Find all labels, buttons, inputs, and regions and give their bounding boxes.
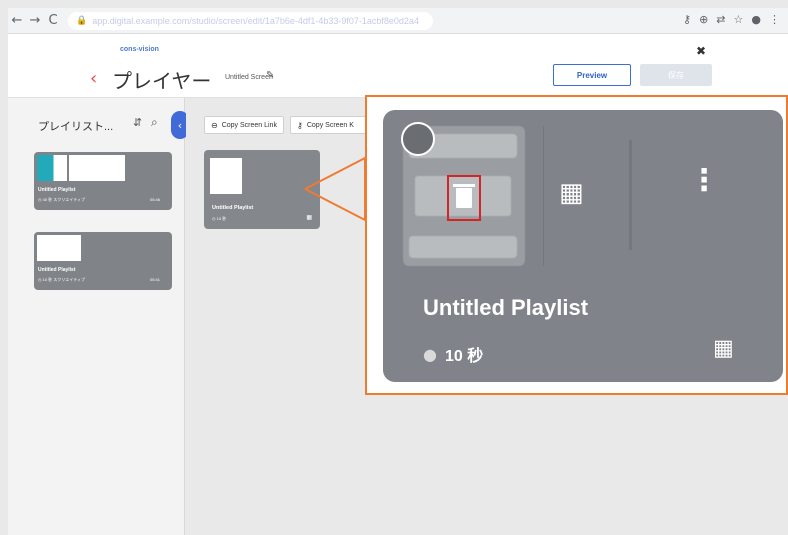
playlist-name: Untitled Playlist [38, 267, 76, 273]
thumbnail [37, 235, 81, 261]
search-icon[interactable]: ⌕ [151, 115, 158, 130]
duration-text: 10 秒 [444, 348, 484, 365]
lock-icon: 🔒 [76, 15, 88, 26]
save-button[interactable]: 保存 [640, 64, 712, 86]
key-icon[interactable]: ⚷ [683, 13, 691, 26]
playlist-meta: ◷ 10 秒 スクリエイティブ [38, 277, 85, 282]
preview-button[interactable]: Preview [553, 64, 631, 86]
thumbnail [210, 158, 242, 194]
translate-icon[interactable]: ⇄ [716, 13, 725, 26]
calendar-icon[interactable]: ▦ [713, 336, 734, 361]
playlist-duration: ● 10 秒 [423, 342, 483, 366]
clock-icon: ● [423, 344, 437, 364]
playlist-sidebar: プレイリスト... ⇵ ⌕ Untitled Playlist ◷ 40 秒 ス… [8, 98, 185, 535]
app-header: cons-vision ‹ プレイヤー Untitled Screen ✎ ✖ … [8, 34, 788, 98]
card-thumbnails [37, 155, 125, 181]
calendar-icon[interactable]: ▦ [306, 214, 312, 221]
link-icon: ⊖ [211, 120, 218, 130]
profile-icon[interactable]: ● [751, 13, 761, 26]
reload-icon[interactable]: C [44, 13, 62, 28]
back-nav-icon[interactable]: ← [8, 13, 26, 28]
browser-icons: ⚷ ⊕ ⇄ ☆ ● ⋮ [683, 13, 780, 26]
back-chevron-icon[interactable]: ‹ [90, 68, 97, 89]
assigned-playlist-card[interactable]: Untitled Playlist ◷ 10 秒 ▦ [204, 150, 320, 229]
thumb-bar [409, 236, 517, 258]
thumbnail [37, 155, 67, 181]
copy-screen-link-button[interactable]: ⊖ Copy Screen Link [204, 116, 284, 134]
more-options-icon[interactable]: ⋮ [689, 166, 719, 196]
copy-link-label: Copy Screen Link [221, 121, 277, 129]
divider [629, 140, 632, 250]
app-frame: ← → C 🔒 app.digital.example.com/studio/s… [0, 0, 788, 535]
logo: cons-vision [120, 46, 159, 53]
playlist-name: Untitled Playlist [212, 205, 254, 211]
playlist-meta: ◷ 10 秒 [212, 216, 227, 221]
zoom-callout: ▦ ⋮ Untitled Playlist ● 10 秒 ▦ [365, 95, 788, 395]
calendar-icon[interactable]: ▦ [559, 178, 584, 208]
close-icon[interactable]: ✖ [696, 44, 706, 58]
forward-nav-icon[interactable]: → [26, 13, 44, 28]
drag-handle[interactable] [401, 122, 435, 156]
zoom-icon[interactable]: ⊕ [699, 13, 708, 26]
browser-toolbar: ← → C 🔒 app.digital.example.com/studio/s… [8, 8, 788, 34]
trash-icon [453, 184, 475, 208]
copy-key-label: Copy Screen K [306, 121, 354, 129]
key-icon: ⚷ [297, 120, 303, 130]
edit-pencil-icon[interactable]: ✎ [266, 70, 274, 81]
sort-icon[interactable]: ⇵ [133, 116, 142, 129]
delete-button-highlight[interactable] [447, 175, 481, 221]
playlist-card[interactable]: Untitled Playlist ◷ 40 秒 スクリエイティブ 05:46 [34, 152, 172, 210]
playlist-name: Untitled Playlist [423, 295, 589, 320]
page-title: プレイヤー [112, 71, 212, 93]
address-bar[interactable]: 🔒 app.digital.example.com/studio/screen/… [68, 11, 433, 30]
playlist-time: 05:41 [149, 277, 160, 282]
url-text: app.digital.example.com/studio/screen/ed… [92, 15, 419, 26]
playlist-name: Untitled Playlist [38, 187, 76, 193]
thumbnail [69, 155, 125, 181]
playlist-time: 05:46 [149, 197, 160, 202]
copy-screen-key-button[interactable]: ⚷ Copy Screen K [290, 116, 368, 134]
playlist-card[interactable]: Untitled Playlist ◷ 10 秒 スクリエイティブ 05:41 [34, 232, 172, 290]
playlist-meta: ◷ 40 秒 スクリエイティブ [38, 197, 85, 202]
zoomed-playlist-card: ▦ ⋮ Untitled Playlist ● 10 秒 ▦ [383, 110, 783, 382]
divider [543, 126, 544, 266]
menu-icon[interactable]: ⋮ [769, 13, 780, 26]
star-icon[interactable]: ☆ [734, 13, 744, 26]
sidebar-title: プレイリスト... [38, 121, 114, 133]
card-thumbnails [37, 235, 81, 261]
